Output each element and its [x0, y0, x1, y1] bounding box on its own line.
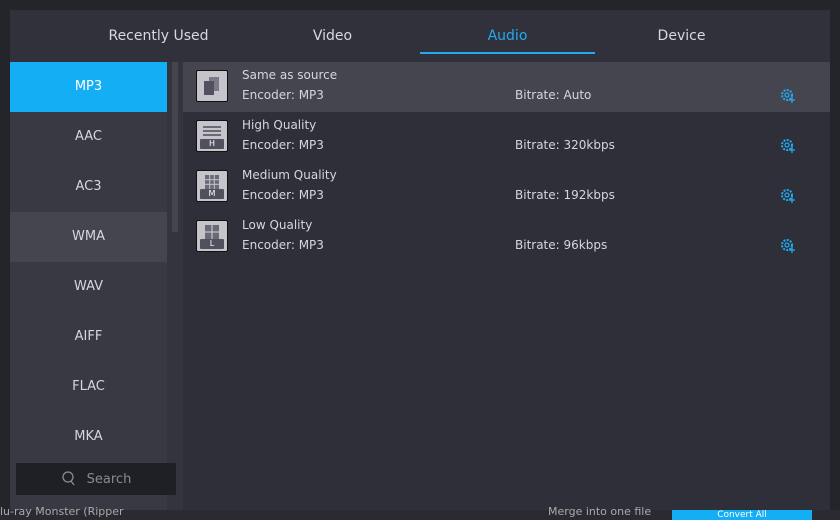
format-item-aiff[interactable]: AIFF — [10, 312, 167, 362]
scrollbar-thumb[interactable] — [172, 62, 178, 232]
medium-quality-icon: M — [196, 170, 228, 202]
search-icon — [62, 471, 75, 486]
format-item-flac[interactable]: FLAC — [10, 362, 167, 412]
profile-encoder: Encoder: MP3 — [242, 238, 324, 252]
format-sidebar: MP3 AAC AC3 WMA WAV AIFF FLAC MKA — [10, 62, 167, 510]
quality-badge: H — [200, 139, 224, 149]
search-input[interactable]: Search — [16, 463, 176, 495]
tab-device[interactable]: Device — [594, 28, 769, 54]
format-item-ac3[interactable]: AC3 — [10, 162, 167, 212]
profile-row-same-as-source[interactable]: Same as source Encoder: MP3 Bitrate: Aut… — [183, 62, 830, 112]
profile-name: Same as source — [242, 68, 338, 82]
output-label: lu-ray Monster (Ripper — [0, 505, 124, 518]
merge-checkbox[interactable]: Merge into one file — [548, 505, 651, 518]
profile-bitrate: Bitrate: 192kbps — [515, 188, 615, 202]
format-dialog: Recently Used Video Audio Device MP3 AAC… — [10, 10, 830, 510]
background-window-bar: lu-ray Monster (Ripper Merge into one fi… — [0, 505, 840, 520]
tab-audio[interactable]: Audio — [420, 28, 595, 54]
gear-plus-icon[interactable] — [779, 137, 797, 155]
format-item-aac[interactable]: AAC — [10, 112, 167, 162]
format-item-mka[interactable]: MKA — [10, 412, 167, 462]
profile-row-high-quality[interactable]: H High Quality Encoder: MP3 Bitrate: 320… — [183, 112, 830, 162]
profile-bitrate: Bitrate: 96kbps — [515, 238, 608, 252]
profile-bitrate: Bitrate: 320kbps — [515, 138, 615, 152]
profile-bitrate: Bitrate: Auto — [515, 88, 592, 102]
gear-plus-icon[interactable] — [779, 237, 797, 255]
profile-name: Low Quality — [242, 218, 313, 232]
low-quality-icon: L — [196, 220, 228, 252]
profile-name: High Quality — [242, 118, 317, 132]
convert-all-button[interactable]: Convert All — [672, 510, 812, 520]
tab-recently-used[interactable]: Recently Used — [71, 28, 246, 54]
gear-plus-icon[interactable] — [779, 187, 797, 205]
profile-name: Medium Quality — [242, 168, 337, 182]
tab-bar: Recently Used Video Audio Device — [10, 10, 830, 62]
high-quality-icon: H — [196, 120, 228, 152]
tab-video[interactable]: Video — [245, 28, 420, 54]
format-item-mp3[interactable]: MP3 — [10, 62, 167, 112]
profile-encoder: Encoder: MP3 — [242, 88, 324, 102]
copy-icon — [196, 70, 228, 102]
profile-encoder: Encoder: MP3 — [242, 138, 324, 152]
profile-row-low-quality[interactable]: L Low Quality Encoder: MP3 Bitrate: 96kb… — [183, 212, 830, 262]
profile-list: Same as source Encoder: MP3 Bitrate: Aut… — [183, 62, 830, 262]
quality-badge: M — [200, 189, 224, 199]
profile-encoder: Encoder: MP3 — [242, 188, 324, 202]
quality-badge: L — [200, 239, 224, 249]
profile-row-medium-quality[interactable]: M Medium Quality Encoder: MP3 Bitrate: 1… — [183, 162, 830, 212]
format-item-wav[interactable]: WAV — [10, 262, 167, 312]
search-placeholder: Search — [86, 471, 132, 487]
gear-plus-icon[interactable] — [779, 87, 797, 105]
format-item-wma[interactable]: WMA — [10, 212, 167, 262]
